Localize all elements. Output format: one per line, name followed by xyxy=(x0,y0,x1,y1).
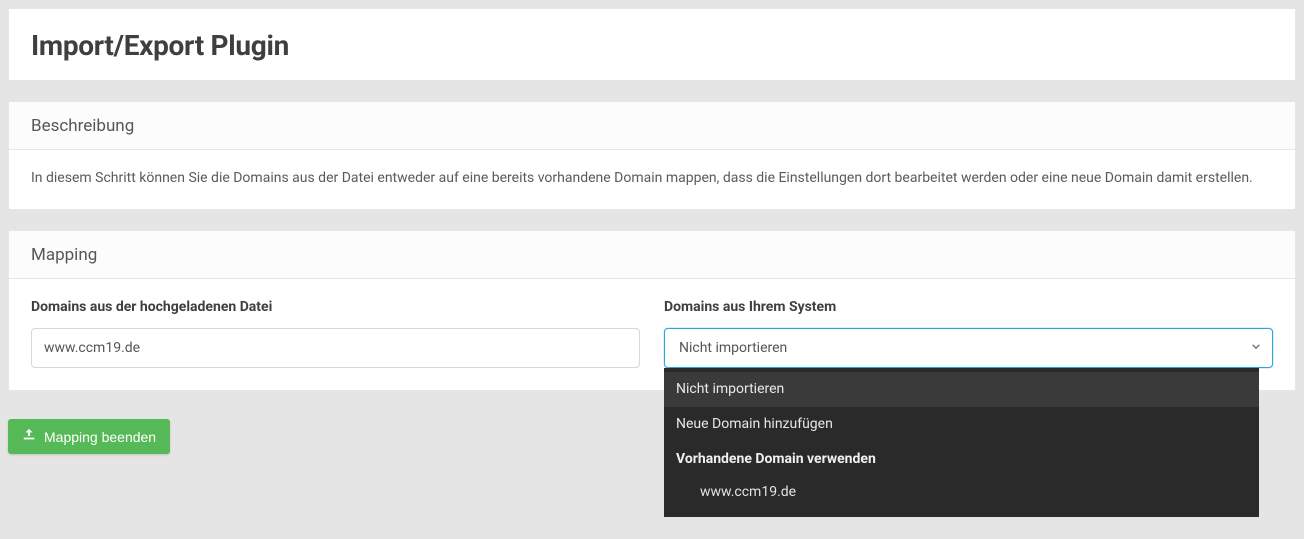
description-text: In diesem Schritt können Sie die Domains… xyxy=(9,150,1295,209)
page-title-card: Import/Export Plugin xyxy=(8,8,1296,81)
upload-icon xyxy=(22,428,36,445)
finish-mapping-label: Mapping beenden xyxy=(44,429,156,445)
page-title: Import/Export Plugin xyxy=(9,9,1295,80)
domain-select[interactable]: Nicht importieren xyxy=(664,328,1273,368)
uploaded-domain-value: www.ccm19.de xyxy=(31,328,640,368)
domain-select-dropdown: Nicht importieren Neue Domain hinzufügen… xyxy=(664,368,1259,517)
chevron-down-icon xyxy=(1251,338,1261,359)
mapping-heading: Mapping xyxy=(9,231,1295,279)
domain-select-wrap: Nicht importieren Nicht importieren Neue… xyxy=(664,328,1273,368)
mapping-card: Mapping Domains aus der hochgeladenen Da… xyxy=(8,230,1296,391)
mapping-body: Domains aus der hochgeladenen Datei www.… xyxy=(9,279,1295,390)
option-nicht-importieren[interactable]: Nicht importieren xyxy=(664,372,1259,407)
system-domains-label: Domains aus Ihrem System xyxy=(664,297,1273,318)
finish-mapping-button[interactable]: Mapping beenden xyxy=(8,419,170,454)
option-existing-domain-0[interactable]: www.ccm19.de xyxy=(664,476,1259,509)
option-group-vorhandene: Vorhandene Domain verwenden xyxy=(664,442,1259,476)
uploaded-domains-label: Domains aus der hochgeladenen Datei xyxy=(31,297,640,318)
domain-select-value: Nicht importieren xyxy=(679,338,787,359)
option-neue-domain[interactable]: Neue Domain hinzufügen xyxy=(664,407,1259,442)
description-card: Beschreibung In diesem Schritt können Si… xyxy=(8,101,1296,210)
description-heading: Beschreibung xyxy=(9,102,1295,150)
